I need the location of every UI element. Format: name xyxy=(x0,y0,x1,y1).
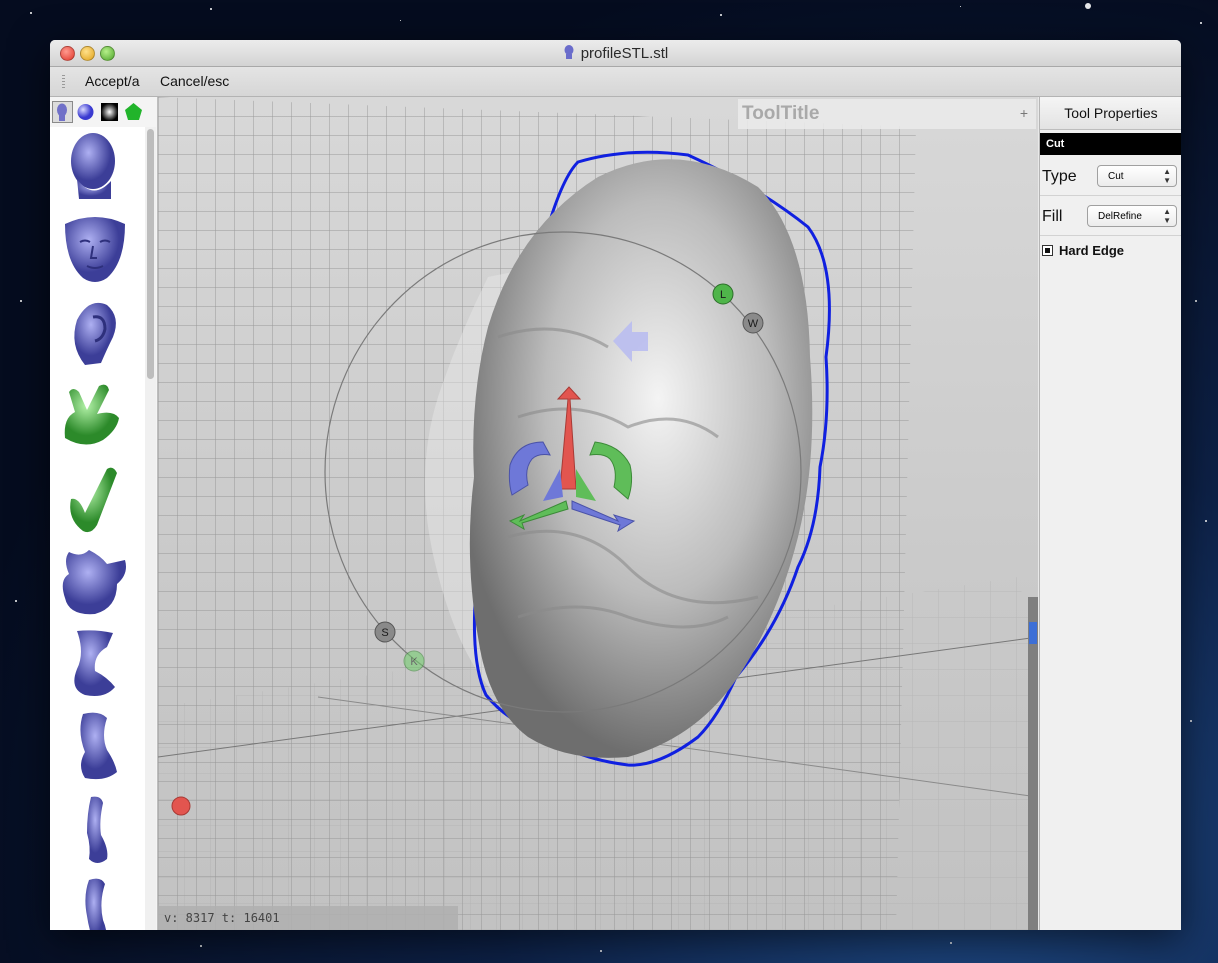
ear-thumbnail-icon[interactable] xyxy=(55,295,135,370)
creature-thumbnail-icon[interactable] xyxy=(55,544,135,619)
fill-select-value: DelRefine xyxy=(1098,211,1142,222)
toolbar-grip-icon[interactable] xyxy=(62,75,65,89)
pentagon-library-icon xyxy=(125,103,142,120)
3d-viewport[interactable]: L W S K ToolTitle + v: 8317 t: 16401 xyxy=(158,97,1038,930)
tool-name-bar: Cut xyxy=(1040,133,1181,155)
leg2-thumbnail-icon[interactable] xyxy=(55,876,135,930)
hand-peace-thumbnail-icon[interactable] xyxy=(55,378,135,453)
gradient-library-icon xyxy=(101,103,118,121)
hand-flat-thumbnail-icon[interactable] xyxy=(55,461,135,536)
leg-thumbnail-icon[interactable] xyxy=(55,710,135,785)
gizmo-handle-s[interactable]: S xyxy=(374,621,396,643)
library-panel xyxy=(50,97,158,930)
fill-row: Fill DelRefine ▲ ▼ xyxy=(1040,199,1181,236)
main-toolbar: Accept/a Cancel/esc xyxy=(50,67,1181,97)
tool-properties-panel: Tool Properties Cut Type Cut ▲ ▼ Fill Del… xyxy=(1039,97,1181,930)
origin-marker[interactable] xyxy=(171,796,191,816)
tool-title: ToolTitle xyxy=(742,103,820,124)
library-thumbnails xyxy=(50,127,146,930)
fill-select[interactable]: DelRefine ▲ ▼ xyxy=(1087,205,1177,227)
face-thumbnail-icon[interactable] xyxy=(55,212,135,287)
hard-edge-checkbox[interactable]: Hard Edge xyxy=(1042,243,1124,258)
gizmo-handle-l[interactable]: L xyxy=(712,283,734,305)
library-tabs xyxy=(50,97,157,127)
library-tab-shapes[interactable] xyxy=(123,101,144,123)
window-title: profileSTL.stl xyxy=(580,45,669,62)
sphere-library-icon xyxy=(77,104,94,120)
viewport-side-scroll-thumb[interactable] xyxy=(1029,622,1037,644)
svg-text:K: K xyxy=(410,656,418,668)
library-tab-spheres[interactable] xyxy=(75,101,96,123)
fill-label: Fill xyxy=(1042,208,1063,225)
tool-title-expand-button[interactable]: + xyxy=(1020,105,1028,121)
app-window: profileSTL.stl Accept/a Cancel/esc L W S… xyxy=(50,40,1181,930)
svg-text:L: L xyxy=(720,289,726,301)
hard-edge-label: Hard Edge xyxy=(1059,243,1125,258)
select-arrows-icon: ▲ ▼ xyxy=(1163,167,1171,185)
tool-properties-header: Tool Properties xyxy=(1040,97,1181,130)
accept-button[interactable]: Accept/a xyxy=(85,73,139,89)
mesh-stats-status: v: 8317 t: 16401 xyxy=(158,906,458,930)
library-tab-heads[interactable] xyxy=(52,101,73,123)
type-select-value: Cut xyxy=(1108,171,1124,182)
gizmo-handle-k[interactable]: K xyxy=(403,650,425,672)
type-select[interactable]: Cut ▲ ▼ xyxy=(1097,165,1177,187)
type-row: Type Cut ▲ ▼ xyxy=(1040,159,1181,196)
tool-title-bar: ToolTitle + xyxy=(738,99,1036,129)
type-label: Type xyxy=(1042,168,1077,185)
cancel-button[interactable]: Cancel/esc xyxy=(160,73,229,89)
library-scroll-thumb[interactable] xyxy=(147,129,154,379)
gizmo-handle-w[interactable]: W xyxy=(742,312,764,334)
svg-text:W: W xyxy=(748,318,759,330)
title-bar: profileSTL.stl xyxy=(50,40,1181,67)
select-arrows-icon: ▲ ▼ xyxy=(1163,207,1171,225)
head-thumbnail-icon[interactable] xyxy=(55,129,135,204)
window-title-wrap: profileSTL.stl xyxy=(50,44,1181,62)
head-library-icon xyxy=(57,103,67,121)
foot-thumbnail-icon[interactable] xyxy=(55,627,135,702)
arm-thumbnail-icon[interactable] xyxy=(55,793,135,868)
library-scrollbar[interactable] xyxy=(145,127,156,930)
library-tab-textures[interactable] xyxy=(99,101,120,123)
viewport-side-scrollbar[interactable] xyxy=(1028,597,1038,930)
svg-text:S: S xyxy=(381,627,388,639)
checkbox-checked-icon[interactable] xyxy=(1042,245,1053,256)
document-icon xyxy=(564,45,574,59)
scene-canvas[interactable]: L W S K xyxy=(158,97,1038,930)
